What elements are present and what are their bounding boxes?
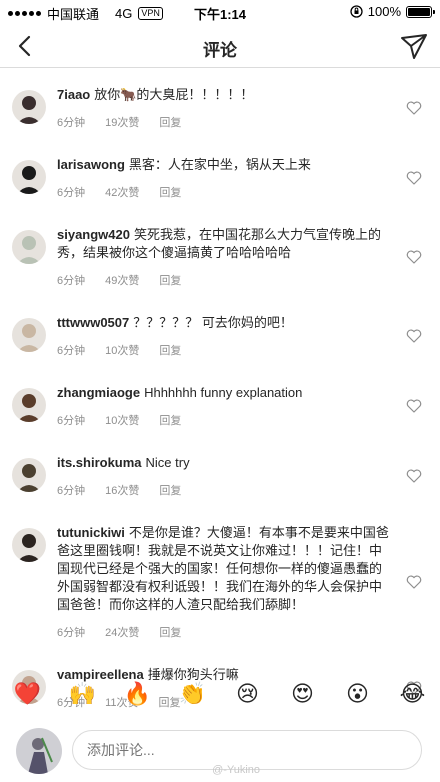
comment-likes[interactable]: 19次赞 [105, 114, 139, 130]
comment-meta: 6分钟 42次赞 回复 [57, 184, 392, 200]
comment-likes[interactable]: 10次赞 [105, 342, 139, 358]
comment-likes[interactable]: 24次赞 [105, 624, 139, 640]
comment-item: tttwww0507 ？？？？？ 可去你妈的吧！ 6分钟 10次赞 回复 [0, 296, 440, 358]
comment-meta: 6分钟 49次赞 回复 [57, 272, 392, 288]
commenter-avatar[interactable] [12, 528, 46, 562]
comment-meta: 6分钟 10次赞 回复 [57, 342, 392, 358]
emoji-reaction-button[interactable]: 😢 [230, 681, 266, 707]
comment-item: its.shirokuma Nice try 6分钟 16次赞 回复 [0, 436, 440, 498]
comment-time: 6分钟 [57, 485, 86, 497]
comment-body: 黑客：人在家中坐，锅从天上来 [128, 157, 311, 172]
comment-text-block: zhangmiaoge Hhhhhhh funny explanation [57, 384, 392, 402]
comment-username[interactable]: 7iaao [57, 87, 90, 102]
comment-likes[interactable]: 10次赞 [105, 412, 139, 428]
comment-item: tutunickiwi 不是你是谁？大傻逼！有本事不是要来中国爸爸这里圈钱啊！我就… [0, 506, 440, 640]
reply-button[interactable]: 回复 [159, 114, 181, 130]
emoji-reaction-button[interactable]: 👏 [175, 681, 211, 707]
comment-username[interactable]: its.shirokuma [57, 455, 142, 470]
avatar-head [22, 236, 36, 250]
comment-item: 7iaao 放你🐂的大臭屁！！！！！ 6分钟 19次赞 回复 [0, 68, 440, 130]
comment-text-block: siyangw420 笑死我惹，在中国花那么大力气宣传晚上的秀，结果被你这个傻逼搞… [57, 226, 392, 262]
avatar-head [22, 464, 36, 478]
comment-time: 6分钟 [57, 627, 86, 639]
battery-fill [408, 7, 430, 16]
comment-username[interactable]: tttwww0507 [57, 315, 129, 330]
like-heart-icon[interactable] [406, 399, 422, 413]
comment-item: larisawong 黑客：人在家中坐，锅从天上来 6分钟 42次赞 回复 [0, 138, 440, 200]
avatar-head [22, 324, 36, 338]
commenter-avatar[interactable] [12, 388, 46, 422]
comment-time: 6分钟 [57, 187, 86, 199]
current-user-avatar [16, 728, 62, 774]
emoji-reaction-button[interactable]: 🔥 [120, 681, 156, 707]
comment-body: 放你🐂的大臭屁！！！！！ [94, 87, 254, 102]
like-heart-icon[interactable] [406, 101, 422, 115]
commenter-avatar[interactable] [12, 90, 46, 124]
reply-button[interactable]: 回复 [159, 412, 181, 428]
comment-text-block: tutunickiwi 不是你是谁？大傻逼！有本事不是要来中国爸爸这里圈钱啊！我就… [57, 524, 392, 614]
comment-meta: 6分钟 16次赞 回复 [57, 482, 392, 498]
avatar-head [22, 96, 36, 110]
comment-list: 7iaao 放你🐂的大臭屁！！！！！ 6分钟 19次赞 回复 larisawong… [0, 68, 440, 718]
avatar-head [22, 394, 36, 408]
like-heart-icon[interactable] [406, 469, 422, 483]
rotation-lock-icon [350, 5, 363, 18]
commenter-avatar[interactable] [12, 318, 46, 352]
comment-username[interactable]: larisawong [57, 157, 125, 172]
emoji-reaction-button[interactable]: ❤️ [10, 681, 46, 707]
comment-time: 6分钟 [57, 345, 86, 357]
battery-percent: 100% [367, 4, 401, 19]
comment-body: Nice try [145, 455, 190, 470]
comment-text-block: 7iaao 放你🐂的大臭屁！！！！！ [57, 86, 392, 104]
comment-time: 6分钟 [57, 117, 86, 129]
comment-username[interactable]: zhangmiaoge [57, 385, 140, 400]
header: 评论 [0, 24, 440, 68]
comment-time: 6分钟 [57, 415, 86, 427]
like-heart-icon[interactable] [406, 575, 422, 589]
comment-username[interactable]: tutunickiwi [57, 525, 125, 540]
like-heart-icon[interactable] [406, 171, 422, 185]
emoji-bar: ❤️ 🙌 🔥 👏 😢 😍 😮 😂 [0, 674, 440, 714]
status-right: 100% [350, 4, 435, 19]
reply-button[interactable]: 回复 [159, 342, 181, 358]
avatar-head [22, 534, 36, 548]
emoji-reaction-button[interactable]: 😍 [285, 681, 321, 707]
comment-item: zhangmiaoge Hhhhhhh funny explanation 6分钟… [0, 366, 440, 428]
status-bar: 中国联通 4G VPN 下午1:14 100% [0, 0, 440, 24]
comment-text-block: its.shirokuma Nice try [57, 454, 392, 472]
reply-button[interactable]: 回复 [159, 624, 181, 640]
comment-meta: 6分钟 10次赞 回复 [57, 412, 392, 428]
emoji-reaction-button[interactable]: 😂 [395, 681, 431, 707]
comment-meta: 6分钟 24次赞 回复 [57, 624, 392, 640]
commenter-avatar[interactable] [12, 160, 46, 194]
comment-likes[interactable]: 16次赞 [105, 482, 139, 498]
reply-button[interactable]: 回复 [159, 184, 181, 200]
battery-icon [406, 5, 435, 18]
commenter-avatar[interactable] [12, 458, 46, 492]
comment-body: Hhhhhhh funny explanation [144, 385, 303, 400]
comment-body: ？？？？？ 可去你妈的吧！ [133, 315, 293, 330]
commenter-avatar[interactable] [12, 230, 46, 264]
reply-button[interactable]: 回复 [159, 482, 181, 498]
comment-time: 6分钟 [57, 275, 86, 287]
avatar-head [22, 166, 36, 180]
emoji-reaction-button[interactable]: 🙌 [65, 681, 101, 707]
comment-likes[interactable]: 49次赞 [105, 272, 139, 288]
comment-text-block: larisawong 黑客：人在家中坐，锅从天上来 [57, 156, 392, 174]
watermark: @-Yukino [212, 764, 260, 776]
emoji-reaction-button[interactable]: 😮 [340, 681, 376, 707]
like-heart-icon[interactable] [406, 329, 422, 343]
like-heart-icon[interactable] [406, 250, 422, 264]
direct-send-icon[interactable] [398, 30, 430, 62]
comment-likes[interactable]: 42次赞 [105, 184, 139, 200]
reply-button[interactable]: 回复 [159, 272, 181, 288]
page-title: 评论 [203, 41, 237, 60]
comment-meta: 6分钟 19次赞 回复 [57, 114, 392, 130]
comment-text-block: tttwww0507 ？？？？？ 可去你妈的吧！ [57, 314, 392, 332]
comment-item: siyangw420 笑死我惹，在中国花那么大力气宣传晚上的秀，结果被你这个傻逼搞… [0, 208, 440, 288]
comment-username[interactable]: siyangw420 [57, 227, 130, 242]
